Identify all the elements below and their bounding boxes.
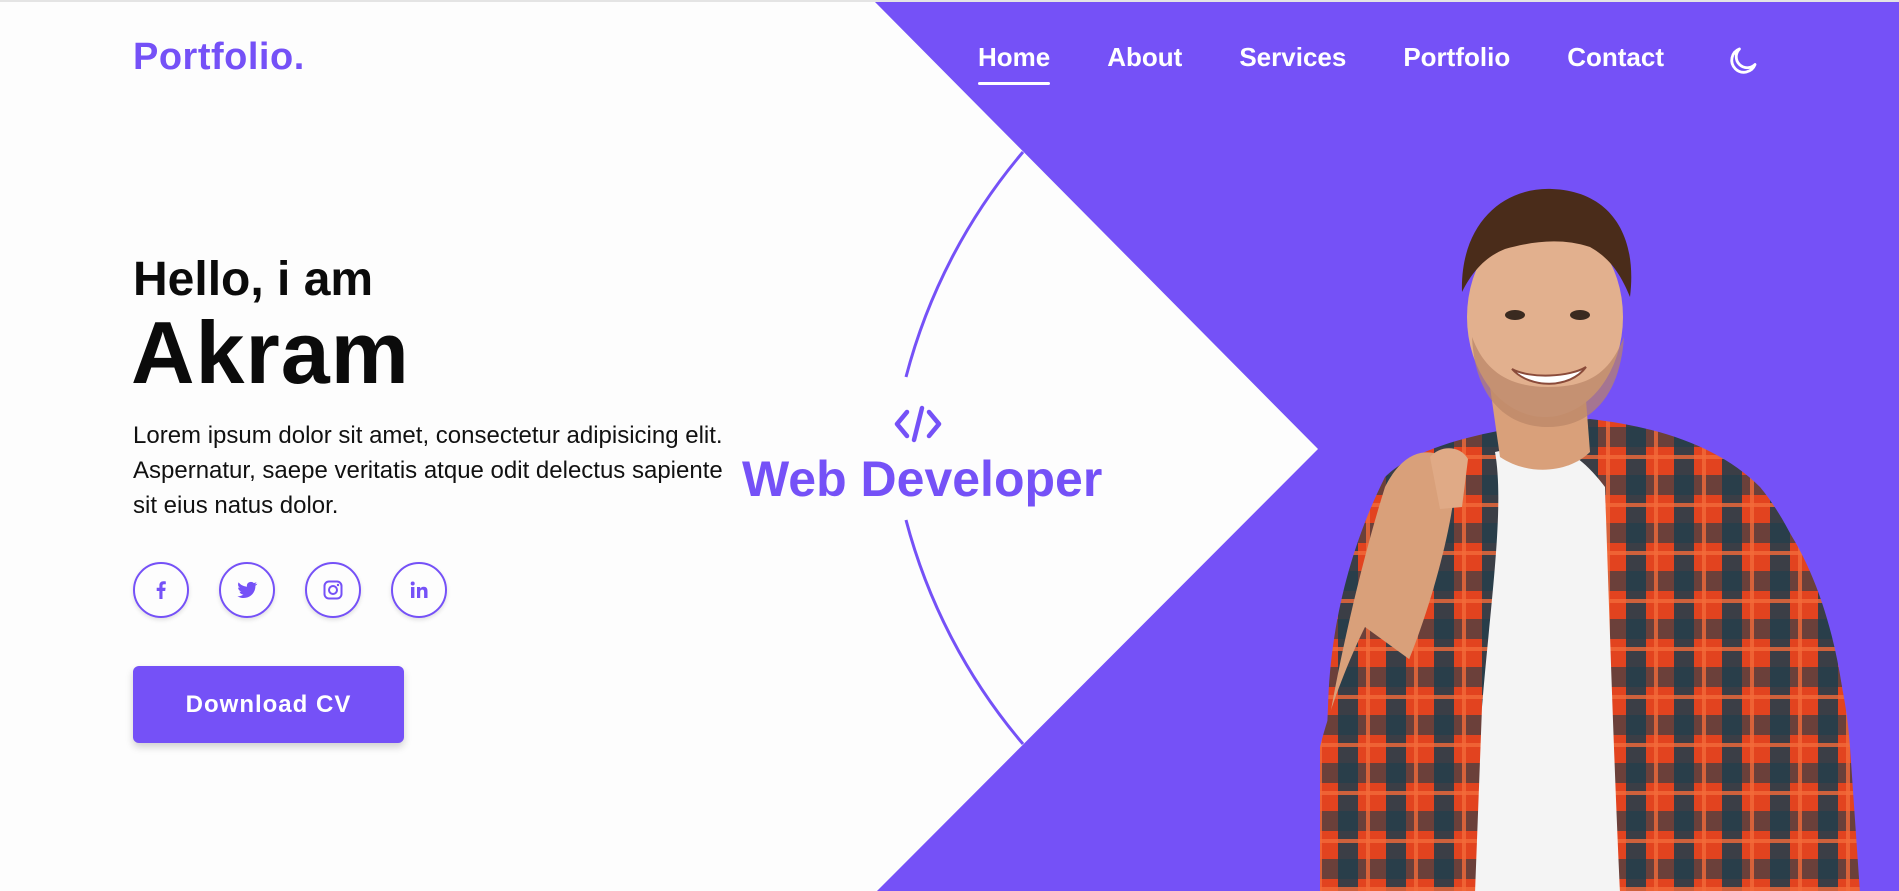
linkedin-icon[interactable] [391,562,447,618]
hero-role: Web Developer [742,451,1103,507]
moon-icon[interactable] [1726,44,1760,78]
download-cv-button[interactable]: Download CV [133,666,404,743]
profile-photo [1320,188,1860,891]
nav-item-home[interactable]: Home [978,42,1051,85]
main-nav: Home About Services Portfolio Contact [978,42,1721,85]
hero-greeting: Hello, i am [133,253,374,306]
nav-item-about[interactable]: About [1107,42,1182,73]
portfolio-page: Portfolio. Home About Services Portfolio… [0,0,1899,891]
twitter-icon[interactable] [219,562,275,618]
social-links [133,562,477,618]
nav-item-contact[interactable]: Contact [1567,42,1664,73]
nav-item-portfolio[interactable]: Portfolio [1403,42,1510,73]
instagram-icon[interactable] [305,562,361,618]
code-icon [894,405,942,443]
brand-logo[interactable]: Portfolio. [133,36,305,79]
nav-item-services[interactable]: Services [1239,42,1346,73]
facebook-icon[interactable] [133,562,189,618]
hero-description: Lorem ipsum dolor sit amet, consectetur … [133,422,723,519]
hero-name: Akram [131,303,410,402]
